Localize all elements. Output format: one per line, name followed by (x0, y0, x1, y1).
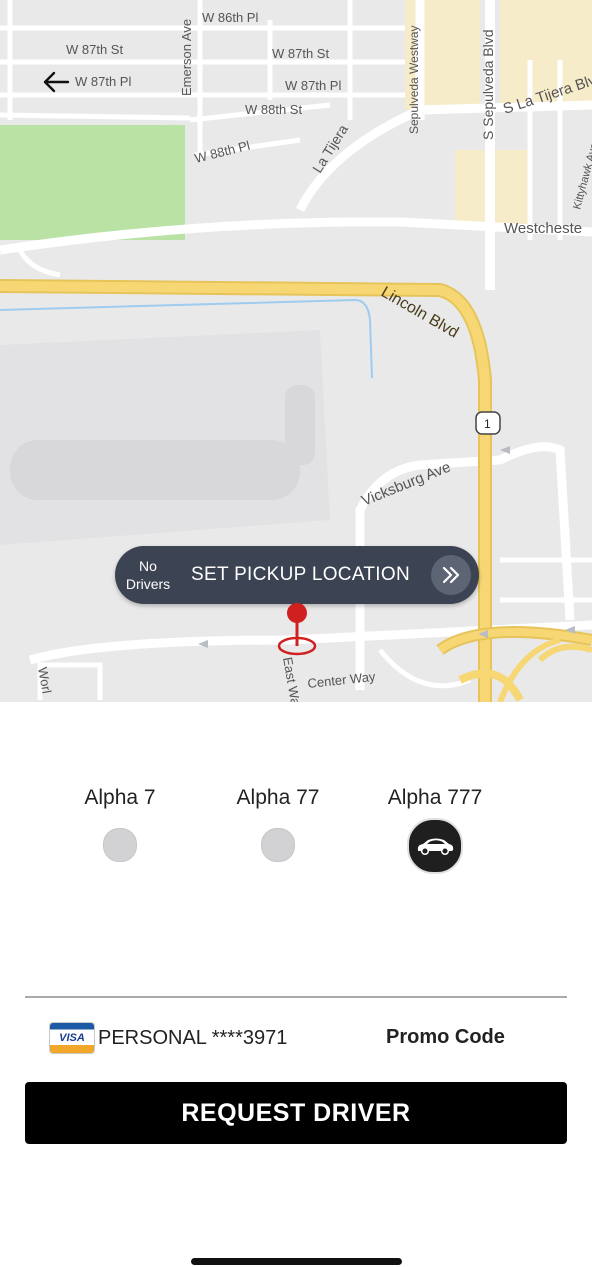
street-label-w87th-pl-left: W 87th Pl (75, 74, 131, 89)
section-divider (25, 996, 567, 998)
street-label-w87th-st-right: W 87th St (272, 46, 329, 61)
street-label-s-sepulveda-blvd: S Sepulveda Blvd (480, 29, 496, 140)
payment-method-label: PERSONAL ****3971 (98, 1026, 288, 1049)
street-label-w87th-st-left: W 87th St (66, 42, 123, 57)
status-line-2: Drivers (125, 576, 171, 592)
visa-card-icon: VISA (50, 1023, 94, 1053)
street-label-emerson-ave: Emerson Ave (179, 19, 194, 96)
card-brand-label: VISA (59, 1032, 85, 1044)
park-area (0, 125, 185, 240)
request-driver-button[interactable]: REQUEST DRIVER (25, 1082, 567, 1144)
payment-method-selector[interactable]: VISA PERSONAL ****3971 (50, 1022, 287, 1054)
vehicle-option-alpha-777[interactable]: Alpha 777 (360, 786, 510, 874)
home-indicator[interactable] (191, 1258, 402, 1265)
vehicle-option-alpha-7[interactable]: Alpha 7 (45, 786, 195, 862)
vehicle-type-selector: Alpha 7 Alpha 77 Alpha 777 (0, 786, 592, 876)
vehicle-name: Alpha 77 (236, 786, 320, 809)
status-line-1: No (139, 558, 157, 574)
back-arrow-icon (43, 71, 70, 93)
vehicle-unselected-dot[interactable] (103, 828, 137, 862)
map-view[interactable]: W 86th Pl W 87th St W 87th St W 87th Pl … (0, 0, 592, 702)
vehicle-name: Alpha 7 (84, 786, 156, 809)
route-shield-label: 1 (484, 417, 491, 431)
back-button[interactable] (38, 64, 74, 100)
street-label-w86th-pl: W 86th Pl (202, 10, 258, 25)
promo-code-button[interactable]: Promo Code (386, 1026, 505, 1049)
street-label-sepulveda-westway: Sepulveda Westway (407, 25, 421, 134)
double-chevron-right-icon (431, 555, 471, 595)
vehicle-unselected-dot[interactable] (261, 828, 295, 862)
vehicle-name: Alpha 777 (387, 786, 483, 809)
car-icon[interactable] (407, 818, 463, 874)
street-label-westchester: Westcheste (504, 220, 582, 237)
driver-availability-status: No Drivers (115, 557, 181, 593)
street-label-w87th-pl-right: W 87th Pl (285, 78, 341, 93)
street-label-w88th-st: W 88th St (245, 102, 302, 117)
set-pickup-location-button[interactable]: No Drivers SET PICKUP LOCATION (115, 546, 479, 604)
vehicle-option-alpha-77[interactable]: Alpha 77 (203, 786, 353, 862)
set-pickup-location-label: SET PICKUP LOCATION (191, 564, 410, 585)
pickup-pin-icon (276, 600, 320, 660)
